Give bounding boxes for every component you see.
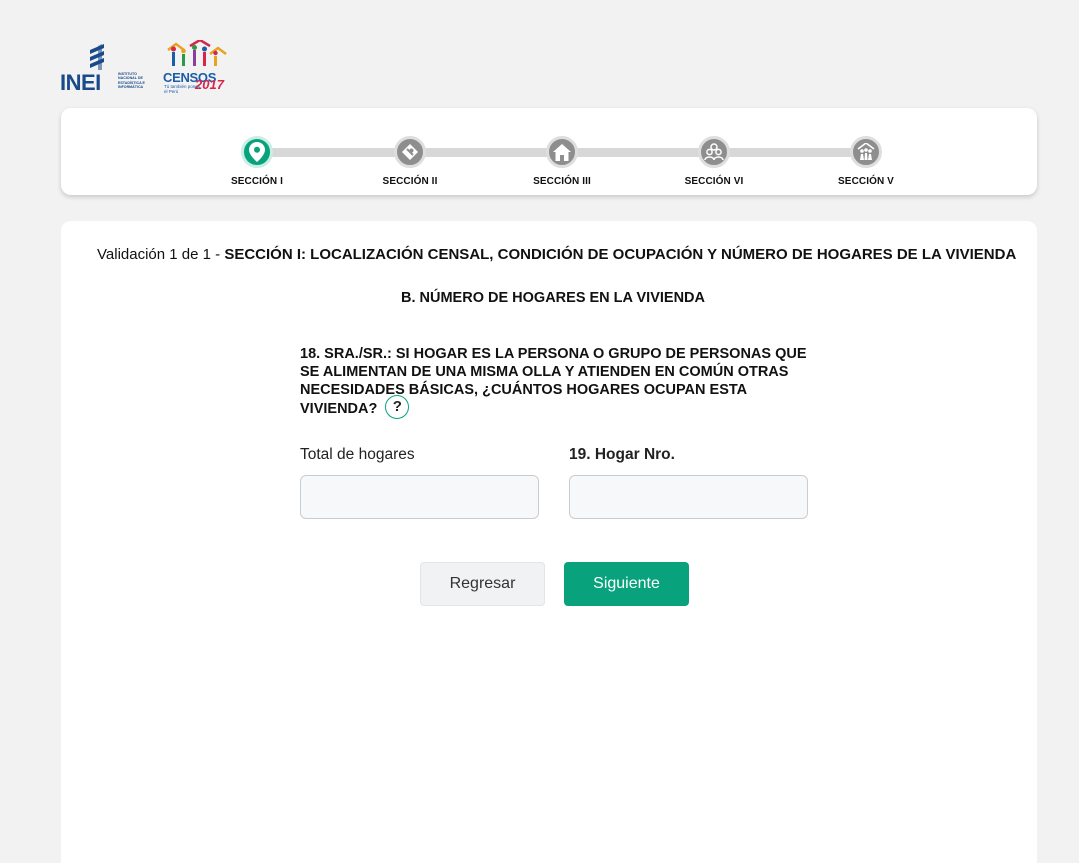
inei-logo: INEI INSTITUTO NACIONAL DE ESTADÍSTICA E…: [60, 42, 145, 95]
house-icon: [546, 136, 578, 168]
step-label: SECCIÓN I: [230, 176, 284, 187]
step-seccion-1[interactable]: SECCIÓN I: [197, 136, 317, 187]
next-button[interactable]: Siguiente: [564, 562, 689, 606]
subsection-title: B. NÚMERO DE HOGARES EN LA VIVIENDA: [401, 290, 705, 306]
section-stepper: SECCIÓN I SECCIÓN II SECCIÓN III SECCIÓN…: [61, 108, 1037, 195]
censos-figures-icon: [167, 40, 227, 66]
form-card: Validación 1 de 1 - SECCIÓN I: LOCALIZAC…: [61, 221, 1037, 863]
map-icon: [394, 136, 426, 168]
total-hogares-input[interactable]: [300, 475, 539, 519]
validation-header: Validación 1 de 1 - SECCIÓN I: LOCALIZAC…: [97, 246, 1016, 263]
question-text: 18. SRA./SR.: SI HOGAR ES LA PERSONA O G…: [300, 346, 807, 417]
location-pin-icon: [241, 136, 273, 168]
household-icon: [850, 136, 882, 168]
help-icon[interactable]: ?: [385, 395, 410, 419]
step-seccion-3[interactable]: SECCIÓN III: [502, 136, 622, 187]
step-label: SECCIÓN II: [382, 176, 438, 187]
step-label: SECCIÓN III: [533, 176, 591, 187]
inei-emblem-icon: [90, 44, 104, 70]
step-seccion-5[interactable]: SECCIÓN V: [806, 136, 926, 187]
section-title: SECCIÓN I: LOCALIZACIÓN CENSAL, CONDICIÓ…: [224, 246, 1017, 263]
validation-counter: Validación 1 de 1 -: [97, 246, 225, 263]
total-hogares-label: Total de hogares: [300, 446, 415, 463]
step-label: SECCIÓN V: [838, 176, 894, 187]
censos-tagline: Tú también pones el Perú: [164, 84, 201, 94]
censos-logo: CENSOS 2017 Tú también pones el Perú: [162, 40, 232, 96]
inei-subtitle: INSTITUTO NACIONAL DE ESTADÍSTICA E INFO…: [118, 72, 145, 90]
step-seccion-6[interactable]: SECCIÓN VI: [654, 136, 774, 187]
back-button[interactable]: Regresar: [420, 562, 545, 606]
hogar-nro-label: 19. Hogar Nro.: [569, 446, 675, 463]
hogar-nro-input[interactable]: [569, 475, 808, 519]
step-seccion-2[interactable]: SECCIÓN II: [350, 136, 470, 187]
inei-name: INEI: [60, 70, 101, 95]
logos: INEI INSTITUTO NACIONAL DE ESTADÍSTICA E…: [60, 40, 240, 96]
people-icon: [698, 136, 730, 168]
step-label: SECCIÓN VI: [684, 176, 744, 187]
question-18: 18. SRA./SR.: SI HOGAR ES LA PERSONA O G…: [300, 345, 820, 419]
